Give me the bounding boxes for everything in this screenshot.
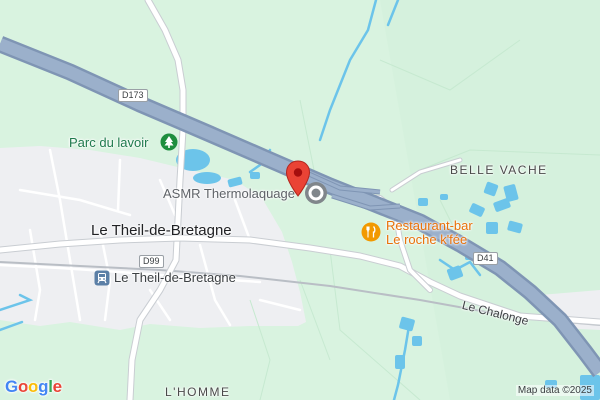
locality-label-belle-vache: BELLE VACHE [450, 163, 548, 177]
map-canvas[interactable]: D173 D99 D41 Parc du lavoir BELLE VACHE … [0, 0, 600, 400]
park-tree-icon[interactable] [160, 133, 178, 151]
road-shield-d41: D41 [473, 252, 498, 265]
map-attribution[interactable]: Map data ©2025 [515, 385, 594, 396]
google-logo-letter: o [17, 377, 29, 396]
google-logo-letter: e [52, 377, 62, 396]
google-logo-letter: g [38, 377, 49, 396]
train-station-icon[interactable] [94, 270, 110, 286]
map-base [0, 0, 600, 400]
road-shield-d99: D99 [139, 255, 164, 268]
map-pin-icon[interactable] [285, 160, 311, 198]
google-logo-letter: G [5, 377, 18, 396]
restaurant-icon[interactable] [361, 222, 381, 242]
park-label[interactable]: Parc du lavoir [69, 135, 148, 150]
restaurant-label-line2: Le roche k'fée [386, 232, 468, 247]
restaurant-label-line1: Restaurant-bar [386, 218, 473, 233]
restaurant-label[interactable]: Restaurant-bar Le roche k'fée [386, 219, 473, 247]
station-label[interactable]: Le Theil-de-Bretagne [114, 270, 236, 285]
google-logo[interactable]: Google [5, 377, 62, 397]
locality-label-lhomme: L'HOMME [165, 385, 231, 399]
town-label: Le Theil-de-Bretagne [91, 222, 232, 239]
business-label[interactable]: ASMR Thermolaquage [163, 186, 295, 201]
road-shield-d173: D173 [118, 89, 148, 102]
google-logo-letter: o [28, 377, 39, 396]
